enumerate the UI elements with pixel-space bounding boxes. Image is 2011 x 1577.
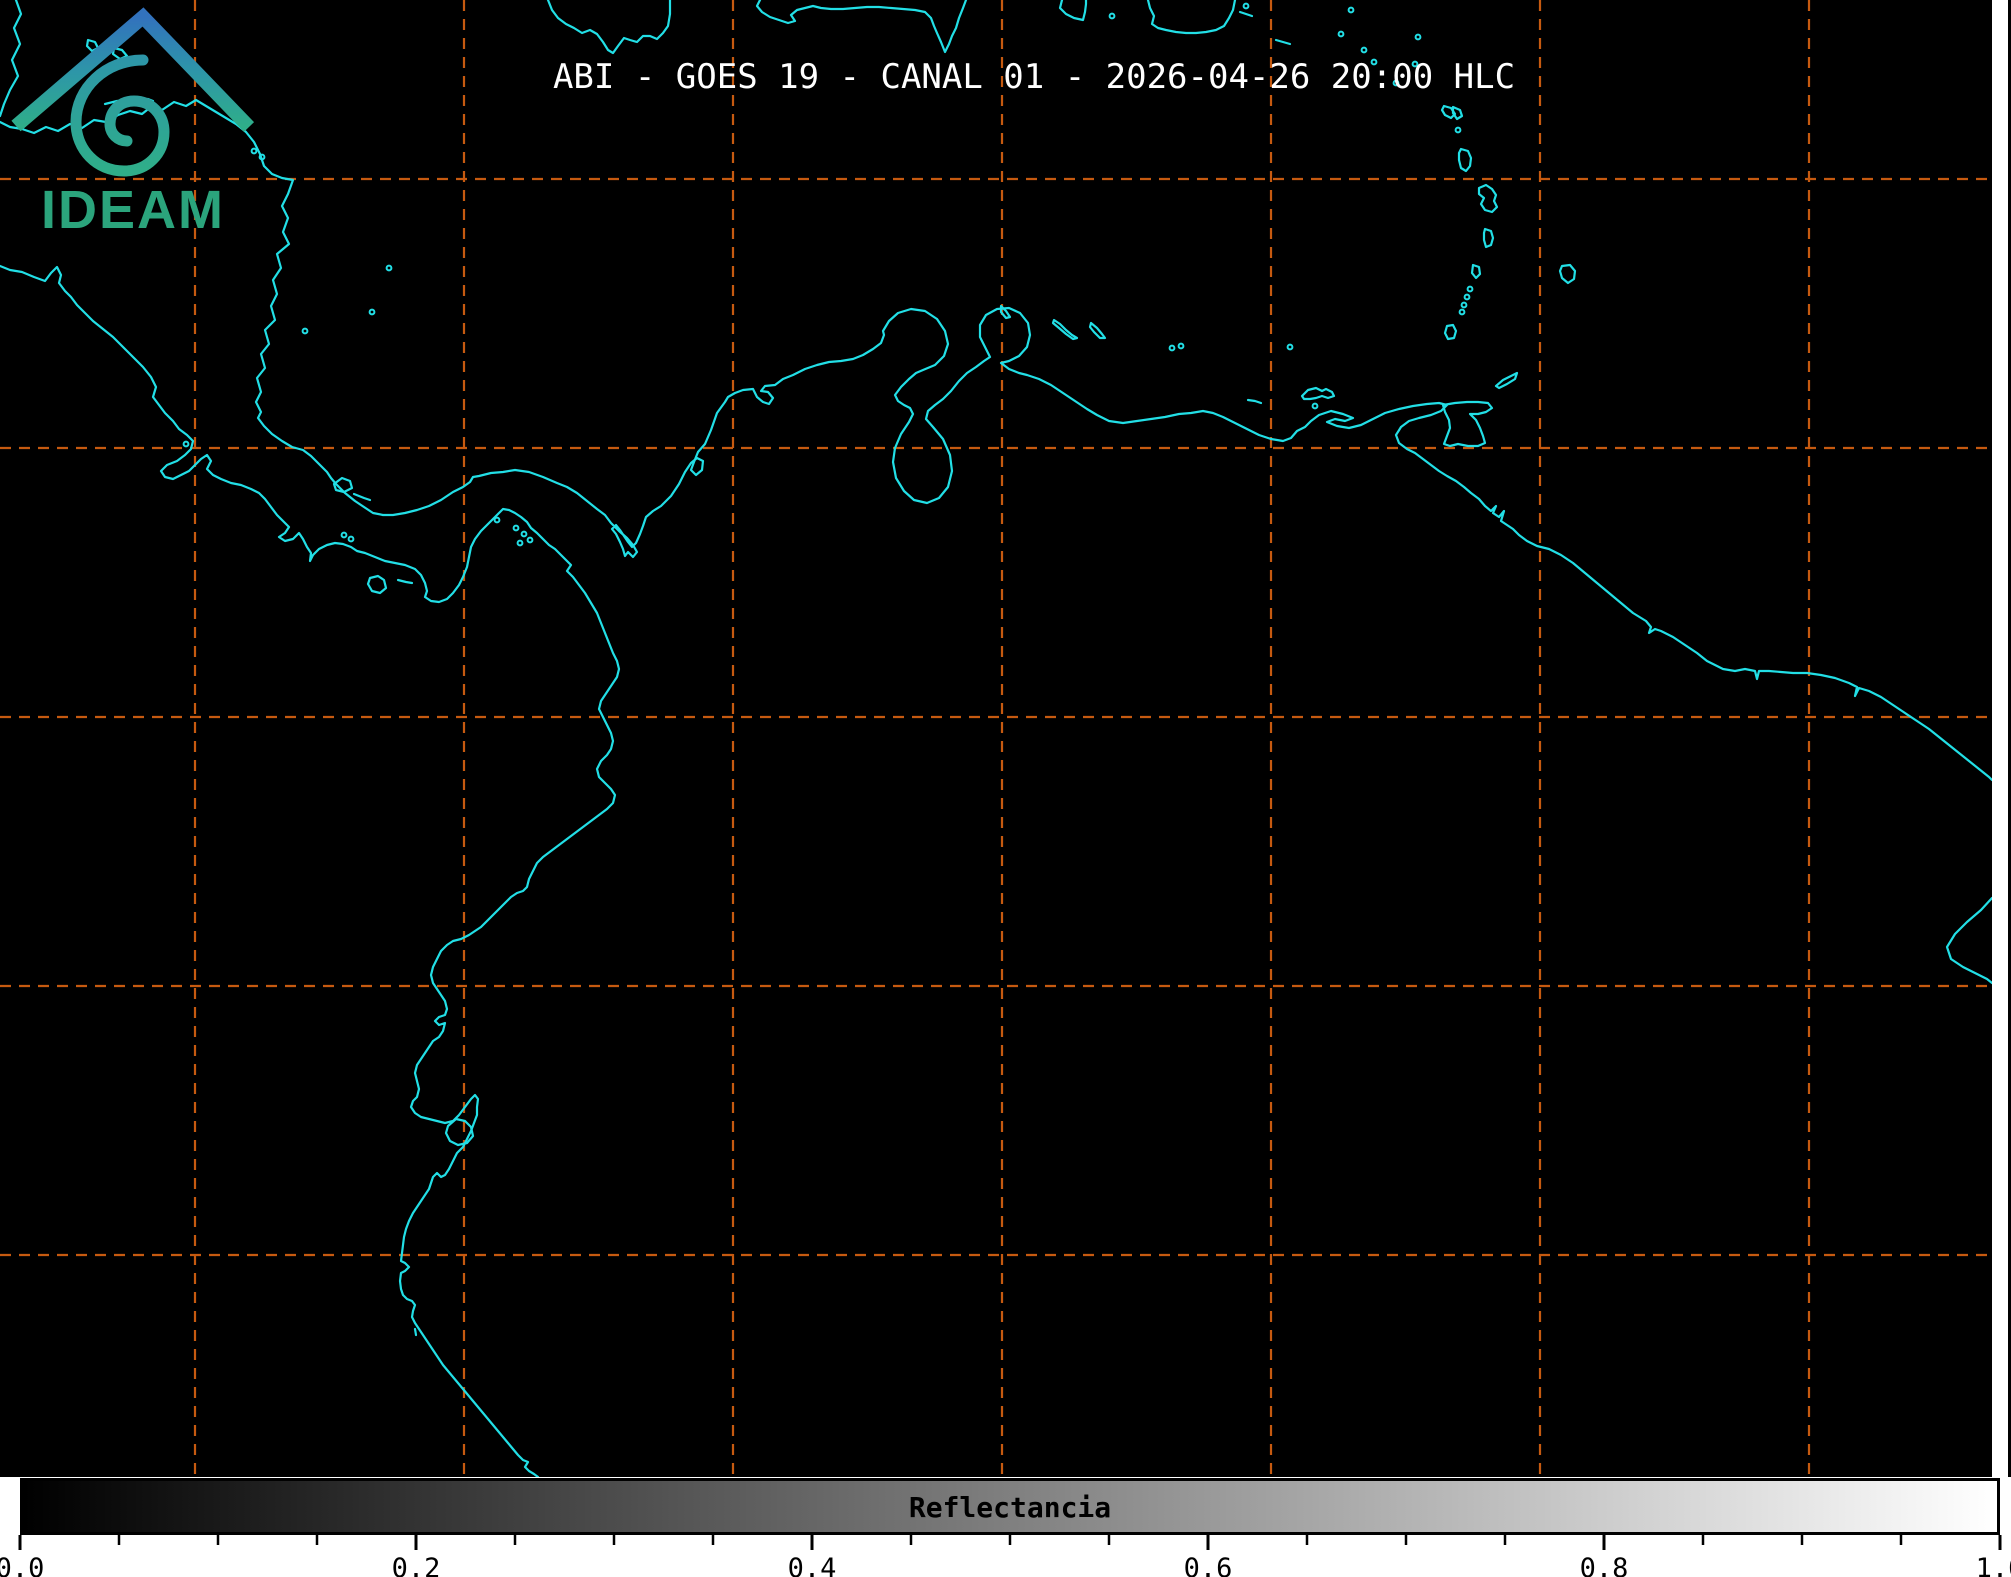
colorbar-title: Reflectancia bbox=[908, 1491, 1112, 1524]
satellite-image-product: ABI - GOES 19 - CANAL 01 - 2026-04-26 20… bbox=[0, 0, 2011, 1577]
colorbar-tick-label: 0.2 bbox=[391, 1553, 441, 1577]
ideam-logo: IDEAM bbox=[11, 7, 255, 240]
colorbar-area: Reflectancia 0.0 0.2 0.4 0.6 0.8 1.0 bbox=[0, 1477, 2011, 1577]
map-area: ABI - GOES 19 - CANAL 01 - 2026-04-26 20… bbox=[0, 0, 2011, 1477]
colorbar-tick-label: 0.6 bbox=[1183, 1553, 1233, 1577]
colorbar-tick-label: 0.0 bbox=[0, 1553, 45, 1577]
no-data-strip bbox=[1992, 0, 2008, 1477]
image-title: ABI - GOES 19 - CANAL 01 - 2026-04-26 20… bbox=[552, 57, 1516, 97]
colorbar-tick-label: 1.0 bbox=[1975, 1553, 2011, 1577]
logo-mountain-icon bbox=[11, 7, 255, 132]
colorbar-ticks bbox=[18, 1535, 2002, 1550]
map-background bbox=[0, 0, 2011, 1477]
logo-wordmark: IDEAM bbox=[41, 180, 225, 240]
map-canvas bbox=[0, 0, 2011, 1477]
colorbar-tick-labels: 0.0 0.2 0.4 0.6 0.8 1.0 bbox=[0, 1553, 2011, 1577]
colorbar-tick-label: 0.8 bbox=[1579, 1553, 1629, 1577]
coastline-lobos-island bbox=[413, 1327, 418, 1337]
logo-spiral-icon bbox=[70, 54, 170, 177]
colorbar-tick-label: 0.4 bbox=[787, 1553, 837, 1577]
